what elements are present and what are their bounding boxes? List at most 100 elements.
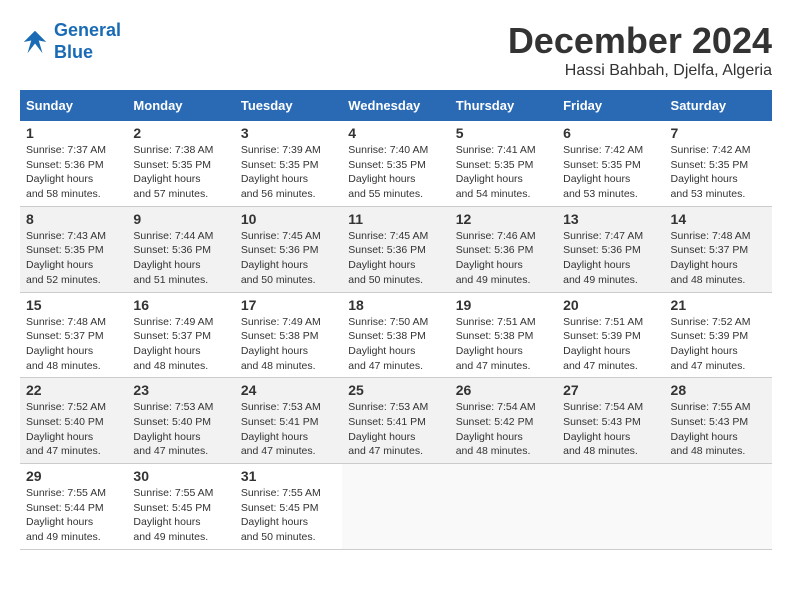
day-number: 1	[26, 125, 121, 141]
calendar-cell: 20 Sunrise: 7:51 AM Sunset: 5:39 PM Dayl…	[557, 292, 664, 378]
calendar-cell: 9 Sunrise: 7:44 AM Sunset: 5:36 PM Dayli…	[127, 206, 234, 292]
calendar-cell: 17 Sunrise: 7:49 AM Sunset: 5:38 PM Dayl…	[235, 292, 342, 378]
day-info: Sunrise: 7:45 AM Sunset: 5:36 PM Dayligh…	[241, 229, 336, 288]
day-number: 4	[348, 125, 443, 141]
day-number: 20	[563, 297, 658, 313]
day-info: Sunrise: 7:55 AM Sunset: 5:45 PM Dayligh…	[241, 486, 336, 545]
calendar-cell	[450, 464, 557, 550]
day-info: Sunrise: 7:44 AM Sunset: 5:36 PM Dayligh…	[133, 229, 228, 288]
day-number: 9	[133, 211, 228, 227]
location-title: Hassi Bahbah, Djelfa, Algeria	[508, 62, 772, 80]
day-number: 8	[26, 211, 121, 227]
weekday-header-wednesday: Wednesday	[342, 90, 449, 121]
day-number: 11	[348, 211, 443, 227]
page-header: General Blue December 2024 Hassi Bahbah,…	[20, 20, 772, 80]
calendar-cell: 3 Sunrise: 7:39 AM Sunset: 5:35 PM Dayli…	[235, 121, 342, 206]
day-number: 21	[671, 297, 766, 313]
calendar-week-row: 29 Sunrise: 7:55 AM Sunset: 5:44 PM Dayl…	[20, 464, 772, 550]
day-info: Sunrise: 7:42 AM Sunset: 5:35 PM Dayligh…	[671, 143, 766, 202]
day-info: Sunrise: 7:39 AM Sunset: 5:35 PM Dayligh…	[241, 143, 336, 202]
day-info: Sunrise: 7:43 AM Sunset: 5:35 PM Dayligh…	[26, 229, 121, 288]
weekday-header-tuesday: Tuesday	[235, 90, 342, 121]
day-number: 19	[456, 297, 551, 313]
day-number: 22	[26, 382, 121, 398]
day-info: Sunrise: 7:55 AM Sunset: 5:43 PM Dayligh…	[671, 400, 766, 459]
day-info: Sunrise: 7:55 AM Sunset: 5:44 PM Dayligh…	[26, 486, 121, 545]
calendar-cell	[665, 464, 772, 550]
day-info: Sunrise: 7:50 AM Sunset: 5:38 PM Dayligh…	[348, 315, 443, 374]
calendar-week-row: 22 Sunrise: 7:52 AM Sunset: 5:40 PM Dayl…	[20, 378, 772, 464]
day-info: Sunrise: 7:48 AM Sunset: 5:37 PM Dayligh…	[671, 229, 766, 288]
calendar-cell: 23 Sunrise: 7:53 AM Sunset: 5:40 PM Dayl…	[127, 378, 234, 464]
calendar-week-row: 8 Sunrise: 7:43 AM Sunset: 5:35 PM Dayli…	[20, 206, 772, 292]
calendar-cell: 10 Sunrise: 7:45 AM Sunset: 5:36 PM Dayl…	[235, 206, 342, 292]
title-section: December 2024 Hassi Bahbah, Djelfa, Alge…	[508, 20, 772, 80]
day-number: 14	[671, 211, 766, 227]
calendar-cell: 13 Sunrise: 7:47 AM Sunset: 5:36 PM Dayl…	[557, 206, 664, 292]
day-number: 5	[456, 125, 551, 141]
day-info: Sunrise: 7:51 AM Sunset: 5:39 PM Dayligh…	[563, 315, 658, 374]
day-info: Sunrise: 7:54 AM Sunset: 5:42 PM Dayligh…	[456, 400, 551, 459]
calendar-cell: 22 Sunrise: 7:52 AM Sunset: 5:40 PM Dayl…	[20, 378, 127, 464]
calendar-cell: 26 Sunrise: 7:54 AM Sunset: 5:42 PM Dayl…	[450, 378, 557, 464]
calendar-cell: 28 Sunrise: 7:55 AM Sunset: 5:43 PM Dayl…	[665, 378, 772, 464]
day-info: Sunrise: 7:53 AM Sunset: 5:40 PM Dayligh…	[133, 400, 228, 459]
day-number: 6	[563, 125, 658, 141]
day-info: Sunrise: 7:53 AM Sunset: 5:41 PM Dayligh…	[348, 400, 443, 459]
calendar-week-row: 15 Sunrise: 7:48 AM Sunset: 5:37 PM Dayl…	[20, 292, 772, 378]
calendar-cell: 19 Sunrise: 7:51 AM Sunset: 5:38 PM Dayl…	[450, 292, 557, 378]
calendar-cell: 16 Sunrise: 7:49 AM Sunset: 5:37 PM Dayl…	[127, 292, 234, 378]
month-title: December 2024	[508, 20, 772, 62]
calendar-cell: 12 Sunrise: 7:46 AM Sunset: 5:36 PM Dayl…	[450, 206, 557, 292]
calendar-cell: 8 Sunrise: 7:43 AM Sunset: 5:35 PM Dayli…	[20, 206, 127, 292]
day-info: Sunrise: 7:51 AM Sunset: 5:38 PM Dayligh…	[456, 315, 551, 374]
day-info: Sunrise: 7:47 AM Sunset: 5:36 PM Dayligh…	[563, 229, 658, 288]
calendar-cell	[557, 464, 664, 550]
day-number: 7	[671, 125, 766, 141]
calendar-cell: 21 Sunrise: 7:52 AM Sunset: 5:39 PM Dayl…	[665, 292, 772, 378]
logo-icon	[20, 27, 50, 57]
calendar-cell: 29 Sunrise: 7:55 AM Sunset: 5:44 PM Dayl…	[20, 464, 127, 550]
weekday-header-row: SundayMondayTuesdayWednesdayThursdayFrid…	[20, 90, 772, 121]
day-info: Sunrise: 7:55 AM Sunset: 5:45 PM Dayligh…	[133, 486, 228, 545]
weekday-header-thursday: Thursday	[450, 90, 557, 121]
calendar-cell: 2 Sunrise: 7:38 AM Sunset: 5:35 PM Dayli…	[127, 121, 234, 206]
day-number: 26	[456, 382, 551, 398]
weekday-header-friday: Friday	[557, 90, 664, 121]
day-info: Sunrise: 7:41 AM Sunset: 5:35 PM Dayligh…	[456, 143, 551, 202]
day-info: Sunrise: 7:53 AM Sunset: 5:41 PM Dayligh…	[241, 400, 336, 459]
calendar-cell: 1 Sunrise: 7:37 AM Sunset: 5:36 PM Dayli…	[20, 121, 127, 206]
calendar-cell: 27 Sunrise: 7:54 AM Sunset: 5:43 PM Dayl…	[557, 378, 664, 464]
day-info: Sunrise: 7:42 AM Sunset: 5:35 PM Dayligh…	[563, 143, 658, 202]
day-number: 25	[348, 382, 443, 398]
weekday-header-saturday: Saturday	[665, 90, 772, 121]
day-number: 12	[456, 211, 551, 227]
day-number: 23	[133, 382, 228, 398]
day-info: Sunrise: 7:49 AM Sunset: 5:38 PM Dayligh…	[241, 315, 336, 374]
day-number: 30	[133, 468, 228, 484]
calendar-cell: 14 Sunrise: 7:48 AM Sunset: 5:37 PM Dayl…	[665, 206, 772, 292]
day-info: Sunrise: 7:40 AM Sunset: 5:35 PM Dayligh…	[348, 143, 443, 202]
day-number: 16	[133, 297, 228, 313]
day-info: Sunrise: 7:46 AM Sunset: 5:36 PM Dayligh…	[456, 229, 551, 288]
calendar-cell: 24 Sunrise: 7:53 AM Sunset: 5:41 PM Dayl…	[235, 378, 342, 464]
day-number: 29	[26, 468, 121, 484]
logo: General Blue	[20, 20, 121, 63]
day-number: 17	[241, 297, 336, 313]
day-info: Sunrise: 7:52 AM Sunset: 5:39 PM Dayligh…	[671, 315, 766, 374]
calendar-cell: 18 Sunrise: 7:50 AM Sunset: 5:38 PM Dayl…	[342, 292, 449, 378]
day-info: Sunrise: 7:38 AM Sunset: 5:35 PM Dayligh…	[133, 143, 228, 202]
calendar-cell: 30 Sunrise: 7:55 AM Sunset: 5:45 PM Dayl…	[127, 464, 234, 550]
calendar-cell: 5 Sunrise: 7:41 AM Sunset: 5:35 PM Dayli…	[450, 121, 557, 206]
day-number: 31	[241, 468, 336, 484]
calendar-cell: 4 Sunrise: 7:40 AM Sunset: 5:35 PM Dayli…	[342, 121, 449, 206]
logo-text: General Blue	[54, 20, 121, 63]
day-info: Sunrise: 7:37 AM Sunset: 5:36 PM Dayligh…	[26, 143, 121, 202]
day-info: Sunrise: 7:52 AM Sunset: 5:40 PM Dayligh…	[26, 400, 121, 459]
day-number: 10	[241, 211, 336, 227]
day-info: Sunrise: 7:49 AM Sunset: 5:37 PM Dayligh…	[133, 315, 228, 374]
day-info: Sunrise: 7:48 AM Sunset: 5:37 PM Dayligh…	[26, 315, 121, 374]
calendar-cell: 11 Sunrise: 7:45 AM Sunset: 5:36 PM Dayl…	[342, 206, 449, 292]
weekday-header-monday: Monday	[127, 90, 234, 121]
calendar-cell: 6 Sunrise: 7:42 AM Sunset: 5:35 PM Dayli…	[557, 121, 664, 206]
